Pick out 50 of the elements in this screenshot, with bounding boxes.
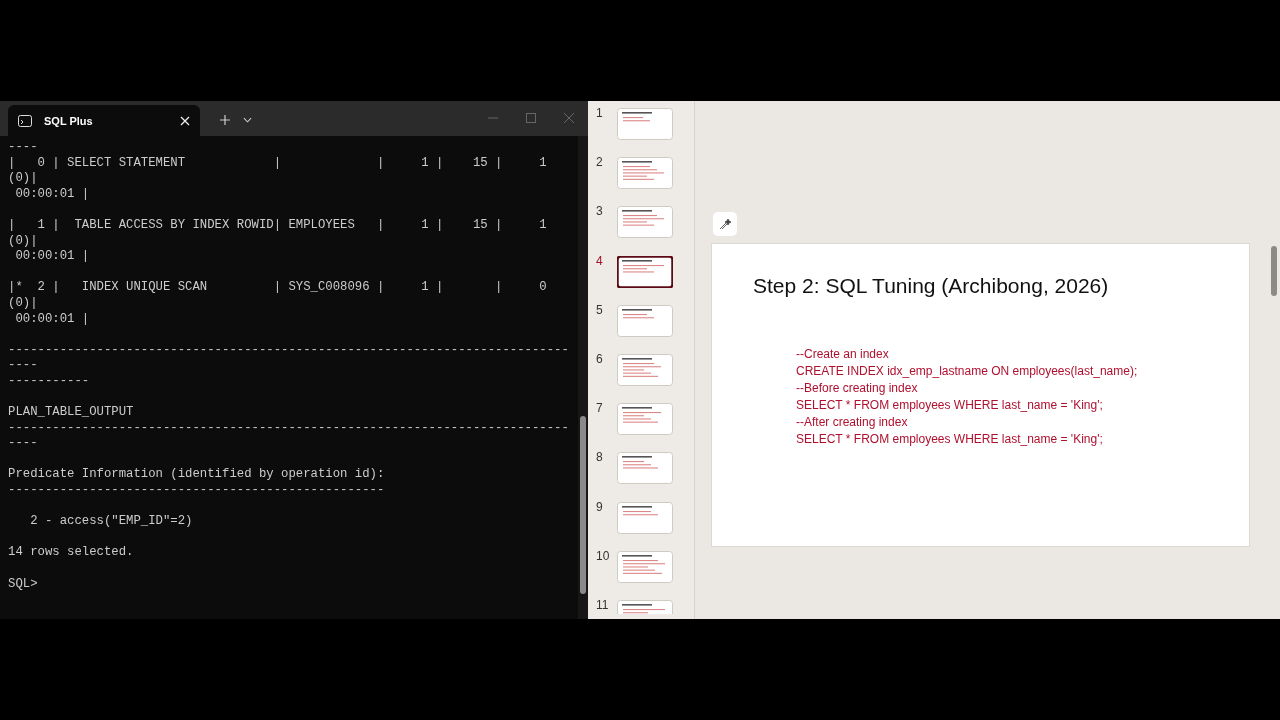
code-line: SELECT * FROM employees WHERE last_name = 'King'; bbox=[796, 397, 1104, 414]
terminal-line: ---------------------------------------------------------------------------- bbox=[8, 342, 570, 359]
sparkle-wand-icon bbox=[718, 217, 732, 231]
code-line: CREATE INDEX idx_emp_lastname ON employees(last_name); bbox=[796, 363, 1139, 380]
terminal-line: ---------------------------------------------------------------------------- bbox=[8, 420, 570, 437]
terminal-line: ----------- bbox=[8, 373, 91, 390]
slide-number: 7 bbox=[595, 401, 604, 416]
code-line: --Before creating index bbox=[796, 380, 919, 397]
terminal-line: SQL> bbox=[8, 576, 39, 593]
code-line: SELECT * FROM employees WHERE last_name = 'King'; bbox=[796, 431, 1104, 448]
terminal-line: |* 2 | INDEX UNIQUE SCAN | SYS_C008096 | 1 | | 0 bbox=[8, 280, 548, 296]
terminal-line: 00:00:01 | bbox=[14, 249, 91, 265]
terminal-line: --------------------------------------------------- bbox=[8, 483, 386, 499]
terminal-line: (0)| bbox=[8, 233, 39, 250]
scrollbar-thumb[interactable] bbox=[580, 416, 586, 594]
terminal-icon bbox=[18, 114, 32, 127]
slide-number: 11 bbox=[595, 597, 610, 612]
new-tab-icon[interactable] bbox=[220, 115, 230, 125]
code-line: --After creating index bbox=[796, 414, 909, 431]
terminal-line: 00:00:01 | bbox=[14, 186, 91, 203]
slide-number: 8 bbox=[595, 450, 604, 465]
slide-number: 10 bbox=[595, 548, 611, 563]
slide-number: 5 bbox=[595, 302, 604, 317]
slide-title: Step 2: SQL Tuning (Archibong, 2026) bbox=[753, 274, 1110, 298]
terminal-line: 2 - access("EMP_ID"=2) bbox=[29, 514, 194, 530]
terminal-line: ---- bbox=[8, 436, 39, 452]
slide-number: 9 bbox=[595, 499, 604, 514]
slide-number: 6 bbox=[595, 351, 604, 366]
slide-number: 1 bbox=[595, 106, 604, 120]
slide-number: 3 bbox=[595, 204, 604, 219]
slide-thumbnail[interactable] bbox=[617, 255, 673, 288]
terminal-line: PLAN_TABLE_OUTPUT bbox=[8, 405, 135, 421]
terminal-line: ---- bbox=[8, 358, 39, 374]
terminal-line: 00:00:01 | bbox=[14, 311, 91, 328]
terminal-line: (0)| bbox=[8, 171, 39, 187]
terminal-line: | 1 | TABLE ACCESS BY INDEX ROWID| EMPLOYEES | 1 | 15 | 1 bbox=[8, 217, 548, 234]
terminal-tab[interactable]: SQL Plus bbox=[8, 105, 200, 136]
maximize-icon[interactable] bbox=[526, 113, 536, 123]
terminal-line: Predicate Information (identified by operation id): bbox=[8, 467, 386, 484]
scrollbar-thumb[interactable] bbox=[1271, 246, 1277, 296]
tab-title: SQL Plus bbox=[44, 114, 94, 127]
code-line: --Create an index bbox=[796, 346, 890, 363]
terminal-line: ---- bbox=[8, 140, 39, 156]
terminal-line: | 0 | SELECT STATEMENT | | 1 | 15 | 1 bbox=[8, 155, 548, 172]
slide-number: 4 bbox=[595, 253, 604, 268]
designer-button[interactable] bbox=[713, 212, 737, 236]
dropdown-icon[interactable] bbox=[243, 117, 252, 123]
terminal-line: 14 rows selected. bbox=[8, 545, 135, 562]
slide-number: 2 bbox=[595, 155, 604, 170]
terminal-line: (0)| bbox=[8, 295, 39, 312]
